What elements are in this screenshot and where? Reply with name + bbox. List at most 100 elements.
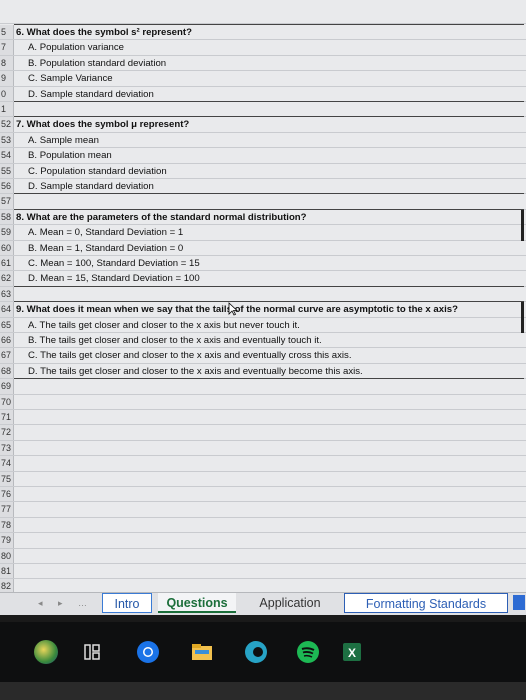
row-number[interactable]: 67 bbox=[0, 348, 14, 363]
sheet-row[interactable]: 60 B. Mean = 1, Standard Deviation = 0 bbox=[0, 240, 526, 256]
sheet-row[interactable]: 0 D. Sample standard deviation bbox=[0, 86, 526, 102]
tab-application[interactable]: Application bbox=[246, 593, 334, 613]
sheet-row[interactable]: 57 bbox=[0, 194, 526, 210]
row-number[interactable]: 66 bbox=[0, 333, 14, 348]
row-number[interactable]: 58 bbox=[0, 209, 14, 225]
sheet-row[interactable] bbox=[0, 9, 526, 25]
option-cell[interactable]: D. Sample standard deviation bbox=[16, 87, 154, 101]
sheet-row[interactable]: 8 B. Population standard deviation bbox=[0, 55, 526, 72]
row-number[interactable]: 61 bbox=[0, 256, 14, 271]
row-number[interactable]: 68 bbox=[0, 363, 14, 379]
row-number[interactable]: 72 bbox=[0, 425, 14, 440]
sheet-row[interactable]: 70 bbox=[0, 394, 526, 410]
row-number[interactable]: 80 bbox=[0, 548, 14, 563]
option-cell[interactable]: C. Mean = 100, Standard Deviation = 15 bbox=[16, 256, 200, 270]
option-cell[interactable]: C. The tails get closer and closer to th… bbox=[16, 348, 352, 362]
row-number[interactable]: 59 bbox=[0, 225, 14, 240]
sheet-row[interactable]: 54 B. Population mean bbox=[0, 148, 526, 164]
row-number[interactable]: 73 bbox=[0, 440, 14, 456]
question-cell[interactable]: 8. What are the parameters of the standa… bbox=[16, 210, 307, 224]
sheet-row[interactable]: 7 A. Population variance bbox=[0, 40, 526, 56]
row-number[interactable]: 5 bbox=[0, 25, 14, 40]
sheet-row[interactable]: 66 B. The tails get closer and closer to … bbox=[0, 333, 526, 349]
file-explorer-icon[interactable] bbox=[190, 640, 214, 664]
row-number[interactable]: 62 bbox=[0, 271, 14, 286]
row-number[interactable]: 75 bbox=[0, 471, 14, 486]
row-number[interactable]: 71 bbox=[0, 410, 14, 425]
row-number[interactable]: 7 bbox=[0, 40, 14, 55]
row-number[interactable]: 1 bbox=[0, 102, 14, 117]
sheet-row[interactable]: 5 6. What does the symbol s² represent? bbox=[0, 25, 526, 41]
sheet-row[interactable]: 63 bbox=[0, 286, 526, 303]
sheet-row[interactable]: 64 9. What does it mean when we say that … bbox=[0, 302, 526, 318]
row-number[interactable]: 64 bbox=[0, 302, 14, 317]
row-number[interactable]: 60 bbox=[0, 240, 14, 255]
sheet-row[interactable]: 77 bbox=[0, 502, 526, 518]
sheet-row[interactable]: 75 bbox=[0, 471, 526, 487]
row-number[interactable]: 65 bbox=[0, 317, 14, 332]
sheet-row[interactable]: 58 8. What are the parameters of the stan… bbox=[0, 209, 526, 226]
tab-intro[interactable]: Intro bbox=[102, 593, 152, 613]
sheet-row[interactable]: 59 A. Mean = 0, Standard Deviation = 1 bbox=[0, 225, 526, 241]
excel-icon[interactable]: X bbox=[340, 640, 364, 664]
option-cell[interactable]: D. The tails get closer and closer to th… bbox=[16, 364, 363, 378]
row-number[interactable]: 76 bbox=[0, 487, 14, 502]
sheet-row[interactable]: 53 A. Sample mean bbox=[0, 132, 526, 149]
row-number[interactable]: 70 bbox=[0, 394, 14, 409]
sheet-row[interactable]: 69 bbox=[0, 379, 526, 395]
sheet-row[interactable]: 68 D. The tails get closer and closer to … bbox=[0, 363, 526, 380]
tab-more-icon[interactable]: … bbox=[78, 598, 87, 608]
row-number[interactable]: 8 bbox=[0, 55, 14, 71]
row-number[interactable]: 79 bbox=[0, 533, 14, 548]
sheet-row[interactable]: 52 7. What does the symbol μ represent? bbox=[0, 117, 526, 133]
row-number[interactable]: 57 bbox=[0, 194, 14, 209]
row-number[interactable]: 63 bbox=[0, 286, 14, 302]
row-number[interactable]: 82 bbox=[0, 579, 14, 592]
row-number[interactable]: 55 bbox=[0, 163, 14, 178]
option-cell[interactable]: A. Mean = 0, Standard Deviation = 1 bbox=[16, 225, 183, 239]
row-number[interactable]: 69 bbox=[0, 379, 14, 394]
row-number[interactable]: 52 bbox=[0, 117, 14, 132]
tab-questions[interactable]: Questions bbox=[158, 593, 236, 613]
spotify-icon[interactable] bbox=[296, 640, 320, 664]
sheet-row[interactable]: 1 bbox=[0, 102, 526, 118]
tab-scroll-left-icon[interactable]: ◂ bbox=[38, 598, 43, 609]
edge-icon[interactable] bbox=[244, 640, 268, 664]
sheet-row[interactable]: 78 bbox=[0, 517, 526, 534]
sheet-row[interactable]: 56 D. Sample standard deviation bbox=[0, 179, 526, 195]
option-cell[interactable]: A. Sample mean bbox=[16, 133, 99, 147]
option-cell[interactable]: A. Population variance bbox=[16, 40, 124, 54]
add-sheet-icon[interactable] bbox=[513, 595, 525, 610]
sheet-row[interactable]: 9 C. Sample Variance bbox=[0, 71, 526, 87]
row-number[interactable]: 53 bbox=[0, 132, 14, 148]
sheet-row[interactable]: 67 C. The tails get closer and closer to … bbox=[0, 348, 526, 364]
sheet-row[interactable]: 62 D. Mean = 15, Standard Deviation = 100 bbox=[0, 271, 526, 287]
question-cell[interactable]: 7. What does the symbol μ represent? bbox=[16, 117, 189, 131]
option-cell[interactable]: A. The tails get closer and closer to th… bbox=[16, 318, 300, 332]
row-number[interactable]: 54 bbox=[0, 148, 14, 163]
sheet-row[interactable]: 55 C. Population standard deviation bbox=[0, 163, 526, 179]
row-number[interactable]: 78 bbox=[0, 517, 14, 533]
sheet-row[interactable]: 76 bbox=[0, 487, 526, 503]
row-number[interactable]: 77 bbox=[0, 502, 14, 517]
sheet-row[interactable]: 65 A. The tails get closer and closer to … bbox=[0, 317, 526, 333]
task-view-icon[interactable] bbox=[80, 640, 104, 664]
option-cell[interactable]: B. Population mean bbox=[16, 148, 112, 162]
option-cell[interactable]: C. Sample Variance bbox=[16, 71, 113, 85]
option-cell[interactable]: B. The tails get closer and closer to th… bbox=[16, 333, 322, 347]
sheet-row[interactable]: 72 bbox=[0, 425, 526, 441]
question-cell[interactable]: 6. What does the symbol s² represent? bbox=[16, 25, 192, 39]
sheet-row[interactable]: 71 bbox=[0, 410, 526, 426]
option-cell[interactable]: C. Population standard deviation bbox=[16, 164, 167, 178]
sheet-row[interactable]: 81 bbox=[0, 564, 526, 580]
sheet-row[interactable]: 80 bbox=[0, 548, 526, 564]
windows-icon[interactable] bbox=[34, 640, 58, 664]
sheet-row[interactable]: 74 bbox=[0, 456, 526, 472]
sheet-row[interactable]: 61 C. Mean = 100, Standard Deviation = 15 bbox=[0, 256, 526, 272]
row-number[interactable]: 56 bbox=[0, 179, 14, 194]
tab-formatting-standards[interactable]: Formatting Standards bbox=[344, 593, 508, 613]
row-number[interactable]: 74 bbox=[0, 456, 14, 471]
row-number[interactable]: 81 bbox=[0, 564, 14, 579]
option-cell[interactable]: B. Population standard deviation bbox=[16, 56, 166, 70]
option-cell[interactable]: D. Mean = 15, Standard Deviation = 100 bbox=[16, 271, 200, 285]
